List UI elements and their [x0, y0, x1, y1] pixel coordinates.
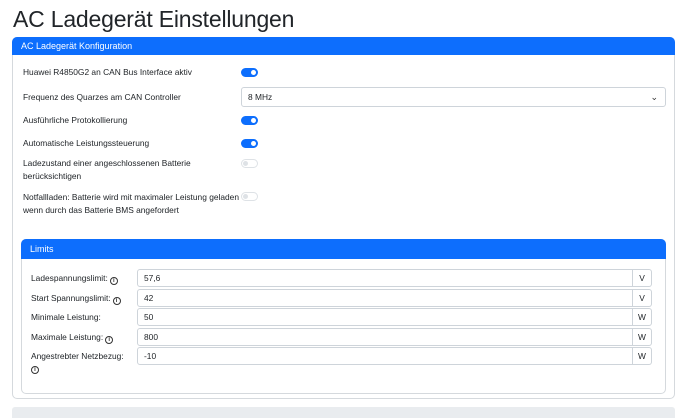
toggle-emergency-charge[interactable]	[241, 192, 258, 201]
info-icon[interactable]: i	[31, 366, 39, 374]
config-card-header: AC Ladegerät Konfiguration	[12, 37, 675, 55]
chevron-down-icon: ⌄	[650, 92, 658, 102]
info-icon[interactable]: i	[105, 336, 114, 344]
setting-label-battery-soc: Ladezustand einer angeschlossenen Batter…	[23, 158, 191, 181]
grid-target-unit: W	[633, 347, 652, 365]
max-power-unit: W	[633, 328, 652, 346]
bottom-bar	[12, 407, 675, 418]
frequency-label: Frequenz des Quarzes am CAN Controller	[23, 92, 181, 102]
setting-label-can-bus: Huawei R4850G2 an CAN Bus Interface akti…	[23, 67, 192, 77]
min-power-unit: W	[633, 308, 652, 326]
grid-target-input[interactable]: -10	[137, 347, 633, 365]
limit-label-min-power: Minimale Leistung:	[31, 312, 101, 322]
max-power-group: 800 W	[137, 328, 652, 346]
start-voltage-group: 42 V	[137, 289, 652, 307]
max-power-input[interactable]: 800	[137, 328, 633, 346]
charge-voltage-group: 57,6 V	[137, 269, 652, 287]
grid-target-group: -10 W	[137, 347, 652, 365]
limit-label-charge-voltage: Ladespannungslimit: i	[31, 273, 118, 285]
frequency-select[interactable]: 8 MHz ⌄	[241, 87, 666, 107]
limits-card: Limits Ladespannungslimit: i 57,6 V Start…	[21, 239, 666, 394]
setting-label-emergency-charge: Notfallladen: Batterie wird mit maximale…	[23, 192, 239, 215]
toggle-battery-soc[interactable]	[241, 159, 258, 168]
setting-label-auto-power: Automatische Leistungssteuerung	[23, 138, 150, 148]
setting-label-verbose-logging: Ausführliche Protokollierung	[23, 115, 128, 125]
limit-label-grid-target: Angestrebter Netzbezug: i	[31, 351, 124, 374]
min-power-input[interactable]: 50	[137, 308, 633, 326]
page-title: AC Ladegerät Einstellungen	[13, 6, 295, 32]
start-voltage-input[interactable]: 42	[137, 289, 633, 307]
config-card: AC Ladegerät Konfiguration Huawei R4850G…	[12, 37, 675, 399]
toggle-verbose-logging[interactable]	[241, 116, 258, 125]
info-icon[interactable]: i	[109, 277, 118, 285]
toggle-can-bus[interactable]	[241, 68, 258, 77]
toggle-auto-power[interactable]	[241, 139, 258, 148]
limit-label-max-power: Maximale Leistung: i	[31, 332, 114, 344]
charge-voltage-unit: V	[633, 269, 652, 287]
info-icon[interactable]: i	[112, 297, 121, 305]
limits-card-header: Limits	[21, 239, 666, 259]
limit-label-start-voltage: Start Spannungslimit: i	[31, 293, 121, 305]
charge-voltage-input[interactable]: 57,6	[137, 269, 633, 287]
frequency-select-value: 8 MHz	[248, 92, 273, 102]
min-power-group: 50 W	[137, 308, 652, 326]
start-voltage-unit: V	[633, 289, 652, 307]
